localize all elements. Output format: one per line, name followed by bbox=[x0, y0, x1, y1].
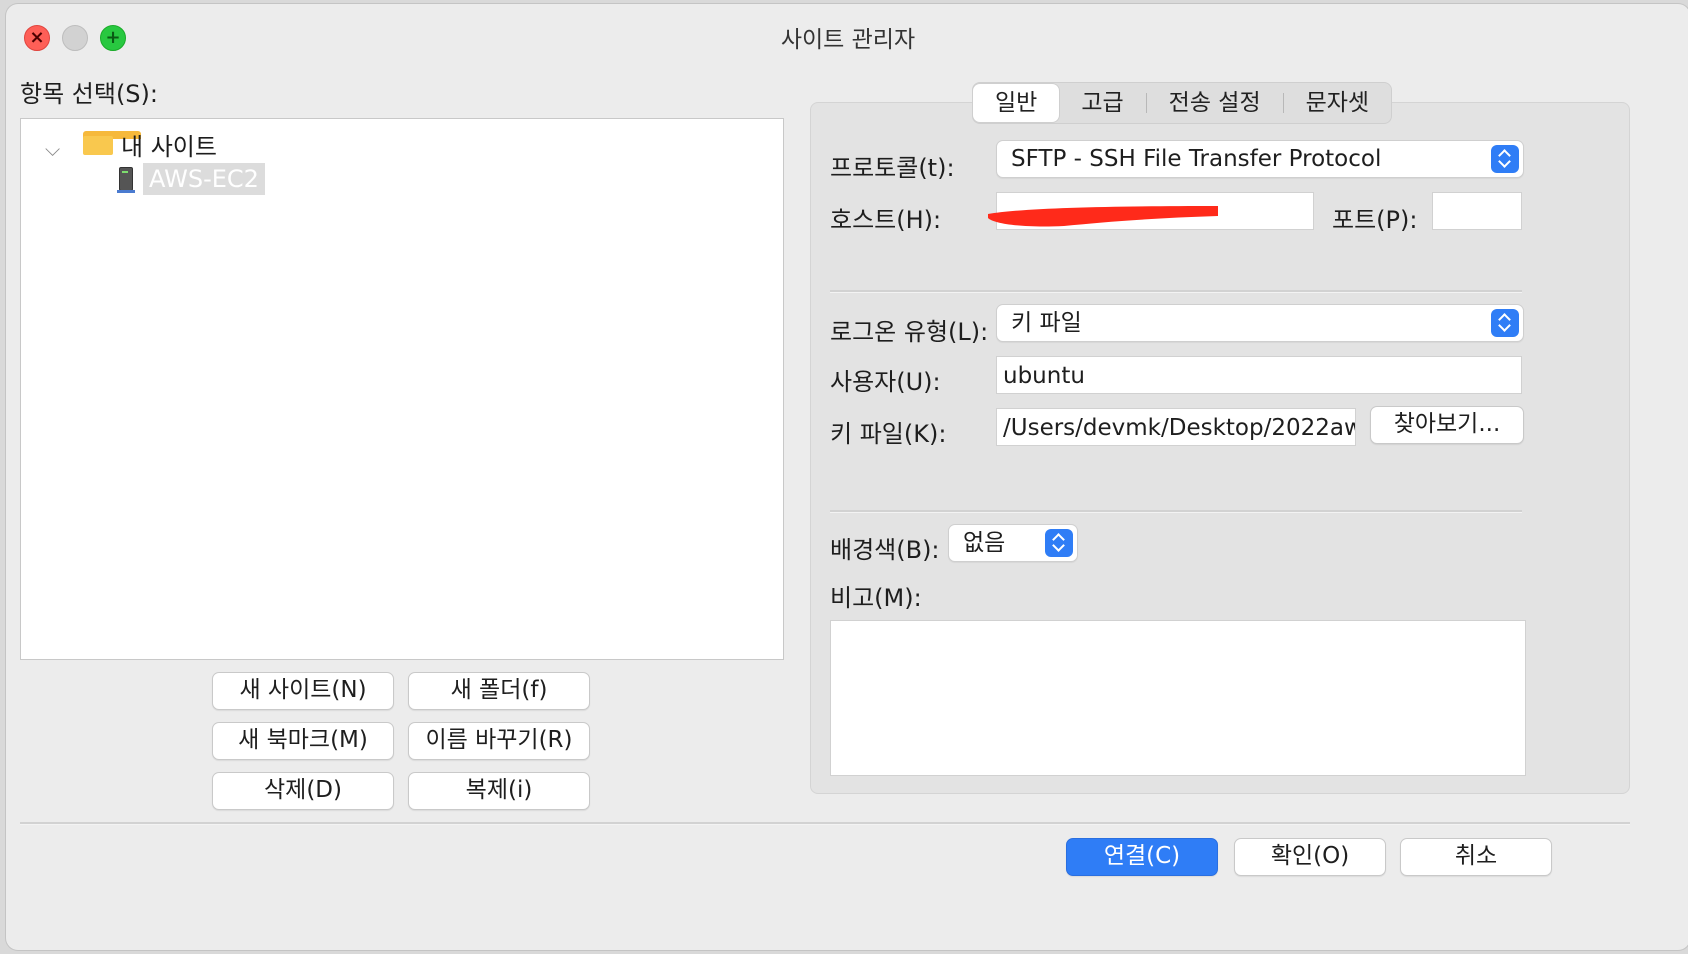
cancel-button[interactable]: 취소 bbox=[1400, 838, 1552, 876]
chevron-down-icon[interactable]: ⌵ bbox=[45, 137, 60, 161]
ok-button[interactable]: 확인(O) bbox=[1234, 838, 1386, 876]
delete-button[interactable]: 삭제(D) bbox=[212, 772, 394, 810]
key-file-field[interactable]: /Users/devmk/Desktop/2022aw bbox=[996, 408, 1356, 446]
port-label: 포트(P): bbox=[1332, 206, 1418, 234]
port-field[interactable] bbox=[1432, 192, 1522, 230]
server-icon bbox=[117, 167, 135, 195]
tab-transfer-settings[interactable]: 전송 설정 bbox=[1147, 84, 1283, 122]
chevron-updown-icon bbox=[1045, 529, 1073, 557]
protocol-label: 프로토콜(t): bbox=[830, 154, 955, 182]
section-divider bbox=[830, 290, 1522, 293]
rename-button[interactable]: 이름 바꾸기(R) bbox=[408, 722, 590, 760]
logon-type-value: 키 파일 bbox=[1011, 310, 1082, 336]
protocol-value: SFTP - SSH File Transfer Protocol bbox=[1011, 146, 1382, 172]
select-entry-label: 항목 선택(S): bbox=[20, 80, 158, 108]
duplicate-button[interactable]: 복제(i) bbox=[408, 772, 590, 810]
site-tree[interactable]: ⌵ 내 사이트 AWS-EC2 bbox=[20, 118, 784, 660]
connect-button[interactable]: 연결(C) bbox=[1066, 838, 1218, 876]
browse-button[interactable]: 찾아보기... bbox=[1370, 406, 1524, 444]
title-bar[interactable]: × + 사이트 관리자 bbox=[6, 4, 1688, 62]
logon-type-label: 로그온 유형(L): bbox=[830, 318, 989, 346]
tree-item-site[interactable]: AWS-EC2 bbox=[143, 163, 265, 195]
tab-advanced[interactable]: 고급 bbox=[1059, 84, 1145, 122]
protocol-select[interactable]: SFTP - SSH File Transfer Protocol bbox=[996, 140, 1524, 178]
comments-textarea[interactable] bbox=[830, 620, 1526, 776]
section-divider bbox=[830, 510, 1522, 513]
new-site-button[interactable]: 새 사이트(N) bbox=[212, 672, 394, 710]
site-manager-window: × + 사이트 관리자 항목 선택(S): ⌵ 내 사이트 AWS-EC2 새 … bbox=[6, 4, 1688, 950]
background-color-select[interactable]: 없음 bbox=[948, 524, 1078, 562]
user-field[interactable]: ubuntu bbox=[996, 356, 1522, 394]
comments-label: 비고(M): bbox=[830, 584, 922, 612]
new-bookmark-button[interactable]: 새 북마크(M) bbox=[212, 722, 394, 760]
tab-charset[interactable]: 문자셋 bbox=[1284, 84, 1391, 122]
tree-root-my-sites[interactable]: 내 사이트 bbox=[121, 127, 217, 162]
background-color-value: 없음 bbox=[963, 530, 1006, 556]
host-label: 호스트(H): bbox=[830, 206, 942, 234]
chevron-updown-icon bbox=[1491, 145, 1519, 173]
footer-divider bbox=[20, 822, 1630, 825]
settings-tabs: 일반 고급 전송 설정 문자셋 bbox=[972, 82, 1393, 124]
tab-general[interactable]: 일반 bbox=[973, 84, 1060, 122]
user-label: 사용자(U): bbox=[830, 368, 941, 396]
window-title: 사이트 관리자 bbox=[780, 27, 916, 53]
folder-icon bbox=[83, 131, 141, 155]
chevron-updown-icon bbox=[1491, 309, 1519, 337]
new-folder-button[interactable]: 새 폴더(f) bbox=[408, 672, 590, 710]
logon-type-select[interactable]: 키 파일 bbox=[996, 304, 1524, 342]
background-color-label: 배경색(B): bbox=[830, 536, 940, 564]
key-file-label: 키 파일(K): bbox=[830, 420, 947, 448]
redaction-mark bbox=[988, 206, 1218, 227]
